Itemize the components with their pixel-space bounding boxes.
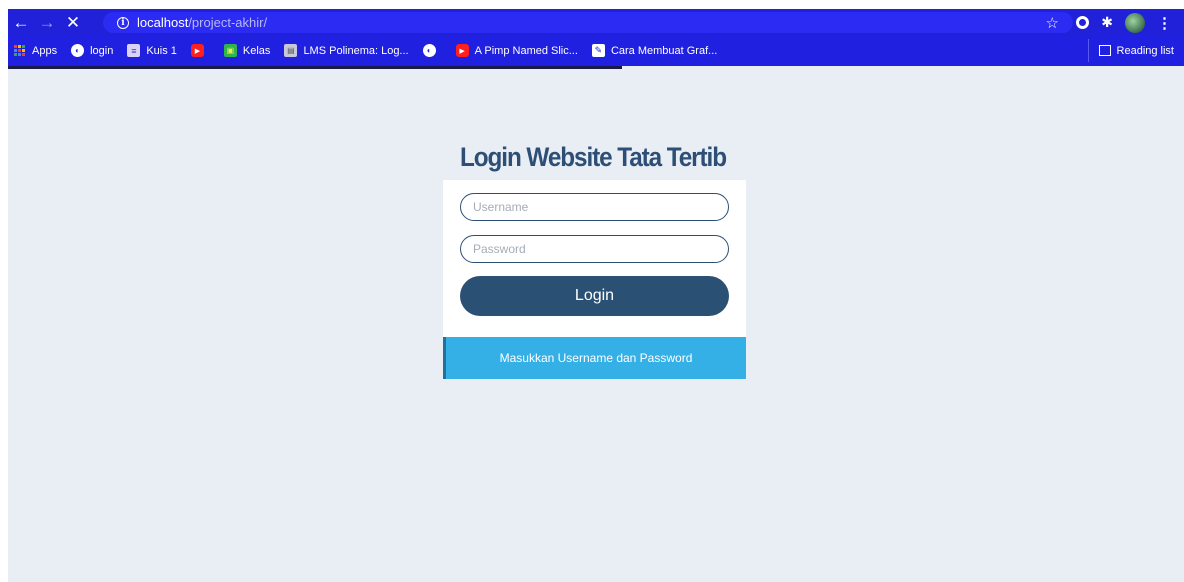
extensions-puzzle-icon[interactable]: ✱ [1101,14,1113,31]
bookmark-label: Apps [32,44,58,57]
bookmark-cara-membuat-graf[interactable]: ✎ Cara Membuat Graf... [591,44,718,57]
apps-grid-icon [13,44,26,57]
globe-icon: ◐ [422,44,436,57]
youtube-icon: ▶ [455,44,469,57]
login-button[interactable]: Login [460,276,729,316]
profile-avatar[interactable] [1125,12,1145,33]
bookmark-pimp-named-slic[interactable]: ▶ A Pimp Named Slic... [455,44,578,57]
bookmark-globe[interactable]: ◐ [422,44,442,57]
url-path: /project-akhir/ [188,15,268,30]
url-host: localhost [137,15,189,30]
globe-icon: ◐ [71,44,85,57]
menu-kebab-icon[interactable]: ⋮ [1157,14,1172,32]
browser-toolbar: ← → ✕ i localhost /project-akhir/ ☆ ✱ ⋮ [8,9,1184,36]
bookmark-login[interactable]: ◐ login [71,44,113,57]
bookmark-star-icon[interactable]: ☆ [1046,14,1059,32]
address-bar[interactable]: i localhost /project-akhir/ ☆ [103,12,1073,33]
graf-icon: ✎ [591,44,605,57]
bookmark-kuis-1[interactable]: ≡ Kuis 1 [127,44,177,57]
bookmarks-bar: Apps ◐ login ≡ Kuis 1 ▶ ▣ Kelas ▤ LMS Po… [8,39,1184,62]
page-title: Login Website Tata Tertib [460,142,727,172]
bookmark-lms-polinema[interactable]: ▤ LMS Polinema: Log... [284,44,409,57]
bookmark-label: login [90,44,114,57]
reading-list-icon [1098,45,1111,56]
loading-progress-bar [8,66,622,69]
youtube-icon: ▶ [190,44,204,57]
reading-list-button[interactable]: Reading list [1087,39,1174,62]
password-input[interactable] [460,235,729,263]
bookmark-youtube[interactable]: ▶ [190,44,210,57]
bookmark-apps[interactable]: Apps [13,44,57,57]
reading-list-label: Reading list [1116,44,1174,57]
classroom-icon: ▣ [223,44,237,57]
bookmark-label: LMS Polinema: Log... [303,44,409,57]
forward-arrow-icon[interactable]: → [34,9,60,36]
stop-loading-icon[interactable]: ✕ [60,9,86,36]
opera-extension-icon[interactable] [1076,16,1090,29]
browser-chrome: ← → ✕ i localhost /project-akhir/ ☆ ✱ ⋮ … [8,9,1184,66]
back-arrow-icon[interactable]: ← [8,9,34,36]
bookmark-label: Kelas [242,44,271,57]
bookmark-label: Kuis 1 [146,44,177,57]
login-card: Login [443,180,746,337]
lms-icon: ▤ [284,44,298,57]
list-icon: ≡ [127,44,141,57]
bookmark-kelas[interactable]: ▣ Kelas [223,44,271,57]
info-icon[interactable]: i [117,16,129,29]
bookmark-label: A Pimp Named Slic... [474,44,578,57]
info-message: Masukkan Username dan Password [443,337,746,379]
bookmark-label: Cara Membuat Graf... [610,44,718,57]
username-input[interactable] [460,193,729,221]
toolbar-actions: ✱ ⋮ [1076,9,1172,36]
